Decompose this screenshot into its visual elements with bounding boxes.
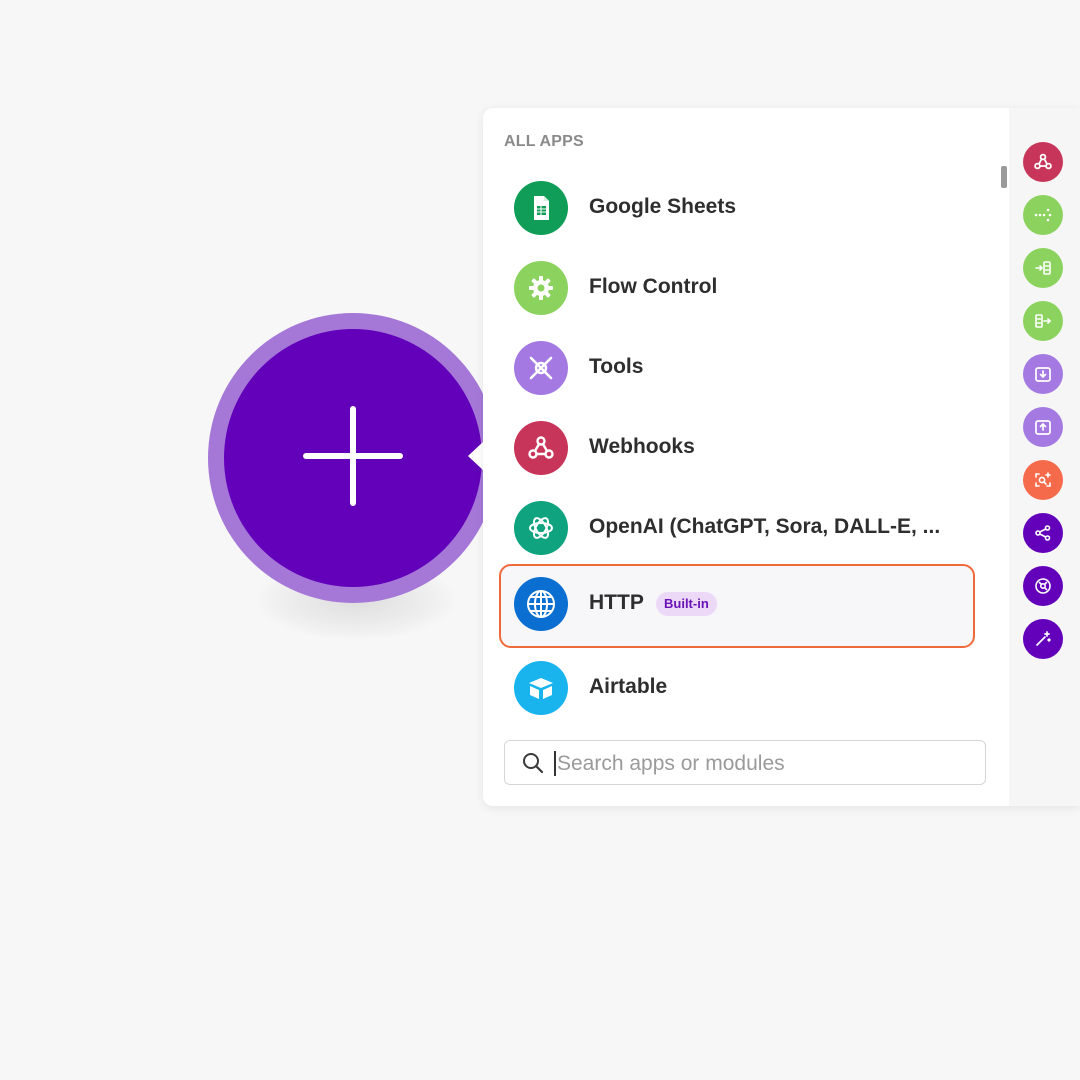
webhook-icon xyxy=(1034,153,1052,170)
app-item-webhooks[interactable]: Webhooks xyxy=(499,408,975,488)
rail-share-button[interactable] xyxy=(1023,513,1063,553)
openai-icon xyxy=(514,501,568,555)
rail-scan-button[interactable] xyxy=(1023,460,1063,500)
ai-agent-icon xyxy=(1035,578,1051,594)
app-label: Google Sheets xyxy=(589,195,737,218)
search-input[interactable] xyxy=(555,746,979,782)
rail-ai-agent-button[interactable] xyxy=(1023,566,1063,606)
tools-icon xyxy=(514,341,568,395)
app-item-http[interactable]: HTTP Built-in xyxy=(499,564,975,648)
airtable-icon xyxy=(514,661,568,715)
scrollbar-thumb[interactable] xyxy=(1001,166,1007,188)
rail-magic-wand-button[interactable] xyxy=(1023,619,1063,659)
router-icon xyxy=(1034,208,1052,222)
share-icon xyxy=(1035,525,1051,541)
rail-download-button[interactable] xyxy=(1023,354,1063,394)
app-item-tools[interactable]: Tools xyxy=(499,328,975,408)
magic-wand-icon xyxy=(1036,631,1051,646)
built-in-badge: Built-in xyxy=(656,592,717,616)
webhook-icon xyxy=(514,421,568,475)
app-item-openai[interactable]: OpenAI (ChatGPT, Sora, DALL-E, ... xyxy=(499,488,975,568)
rail-iterator-button[interactable] xyxy=(1023,248,1063,288)
rail-upload-button[interactable] xyxy=(1023,407,1063,447)
upload-icon xyxy=(1035,420,1051,435)
app-label: Webhooks xyxy=(589,435,695,458)
panel-pointer xyxy=(468,441,484,471)
scan-icon xyxy=(1035,472,1051,487)
app-item-airtable[interactable]: Airtable xyxy=(499,648,975,728)
rail-router-button[interactable] xyxy=(1023,195,1063,235)
module-shortcut-rail xyxy=(1009,108,1080,806)
aggregator-icon xyxy=(1035,314,1052,328)
search-box[interactable] xyxy=(504,740,986,785)
app-label: Tools xyxy=(589,355,644,378)
iterator-icon xyxy=(1035,261,1051,275)
app-label: Airtable xyxy=(589,675,668,698)
gear-icon xyxy=(514,261,568,315)
rail-webhook-button[interactable] xyxy=(1023,142,1063,182)
scenario-canvas: ALL APPS Google Sheets Flow Control Tool… xyxy=(0,0,1080,1080)
app-label: HTTP xyxy=(589,591,644,614)
section-label: ALL APPS xyxy=(504,133,584,150)
app-label: OpenAI (ChatGPT, Sora, DALL-E, ... xyxy=(589,515,941,538)
add-module-button[interactable] xyxy=(224,329,482,587)
download-icon xyxy=(1035,367,1051,382)
app-label: Flow Control xyxy=(589,275,718,298)
rail-aggregator-button[interactable] xyxy=(1023,301,1063,341)
app-picker-panel: ALL APPS Google Sheets Flow Control Tool… xyxy=(483,108,1080,806)
google-sheets-icon xyxy=(514,181,568,235)
plus-icon xyxy=(303,406,403,506)
app-item-google-sheets[interactable]: Google Sheets xyxy=(499,168,975,248)
globe-icon xyxy=(514,577,568,631)
search-icon xyxy=(523,753,544,774)
app-item-flow-control[interactable]: Flow Control xyxy=(499,248,975,328)
